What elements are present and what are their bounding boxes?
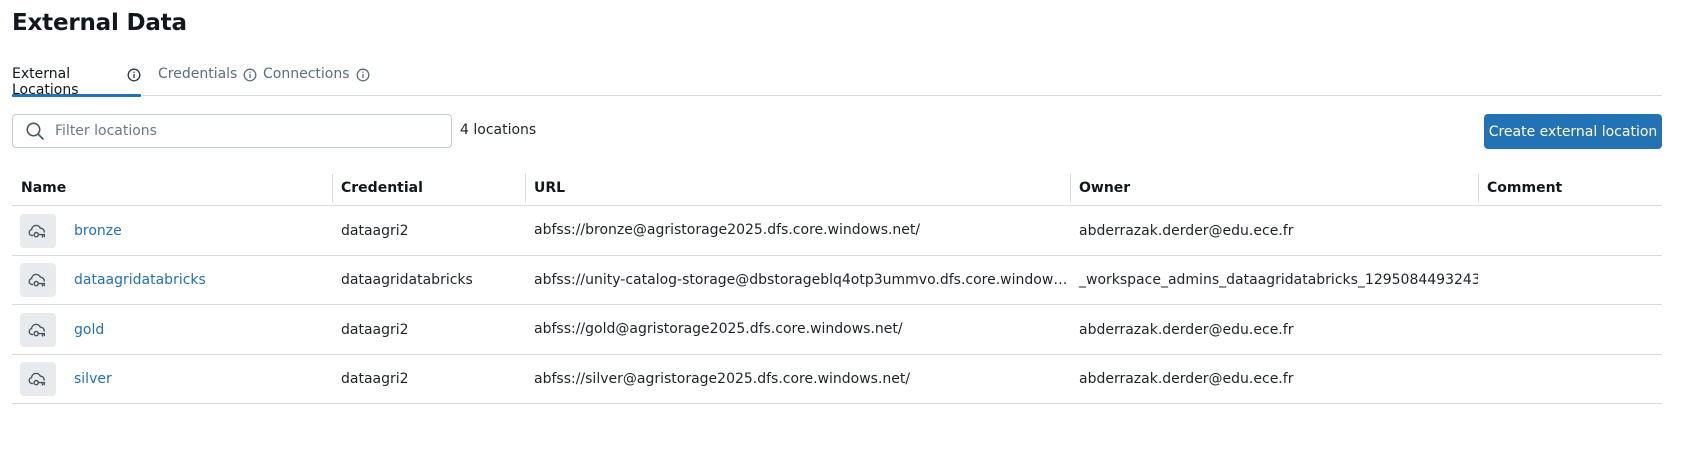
url-cell: abfss://bronze@agristorage2025.dfs.core.… — [534, 222, 921, 238]
comment-cell — [1478, 305, 1662, 354]
comment-cell — [1478, 256, 1662, 305]
column-label: Name — [21, 180, 67, 196]
column-label: Credential — [341, 180, 423, 196]
column-label: URL — [534, 180, 566, 196]
credential-cell: dataagri2 — [341, 321, 409, 338]
search-box[interactable] — [12, 114, 452, 148]
name-cell: dataagridatabricks — [12, 256, 332, 305]
table-row[interactable]: bronze dataagri2 abfss://bronze@agristor… — [12, 206, 1662, 256]
cloud-key-icon — [20, 263, 56, 297]
column-header-owner[interactable]: Owner — [1070, 170, 1478, 206]
url-cell: abfss://gold@agristorage2025.dfs.core.wi… — [534, 321, 903, 337]
owner-cell: abderrazak.derder@edu.ece.fr — [1079, 321, 1294, 338]
column-label: Owner — [1079, 180, 1131, 196]
info-icon[interactable] — [356, 68, 370, 82]
owner-cell: abderrazak.derder@edu.ece.fr — [1079, 371, 1294, 387]
url-cell: abfss://silver@agristorage2025.dfs.core.… — [534, 370, 911, 387]
info-icon[interactable] — [127, 68, 141, 82]
column-header-url[interactable]: URL — [525, 170, 1070, 206]
column-header-comment[interactable]: Comment — [1478, 170, 1662, 206]
create-external-location-button[interactable]: Create external location — [1484, 114, 1662, 149]
tab-connections[interactable]: Connections — [263, 66, 370, 95]
location-name-link[interactable]: gold — [74, 322, 104, 338]
tab-external-locations[interactable]: External Locations — [12, 66, 141, 98]
table-row[interactable]: gold dataagri2 abfss://gold@agristorage2… — [12, 305, 1662, 355]
cloud-key-icon — [20, 312, 56, 347]
tab-label: Credentials — [158, 66, 238, 82]
location-name-link[interactable]: bronze — [74, 223, 122, 239]
location-name-link[interactable]: dataagridatabricks — [74, 272, 206, 288]
column-divider[interactable] — [525, 174, 526, 202]
comment-cell — [1478, 206, 1662, 255]
name-cell: gold — [12, 305, 332, 354]
table-row[interactable]: silver dataagri2 abfss://silver@agristor… — [12, 355, 1662, 404]
credential-cell: dataagridatabricks — [341, 272, 473, 288]
name-cell: silver — [12, 355, 332, 404]
credential-cell: dataagri2 — [341, 371, 409, 387]
search-input[interactable] — [53, 122, 451, 140]
column-header-name[interactable]: Name — [12, 170, 332, 206]
column-divider[interactable] — [1070, 174, 1071, 202]
column-label: Comment — [1487, 180, 1563, 196]
owner-cell: abderrazak.derder@edu.ece.fr — [1079, 222, 1294, 239]
table-header: Name Credential URL Owner Comment — [12, 170, 1662, 206]
column-header-credential[interactable]: Credential — [332, 170, 525, 206]
url-cell: abfss://unity-catalog-storage@dbstorageb… — [534, 271, 1070, 288]
tab-label: Connections — [263, 66, 350, 82]
table-row[interactable]: dataagridatabricks dataagridatabricks ab… — [12, 256, 1662, 305]
column-divider[interactable] — [332, 174, 333, 202]
location-name-link[interactable]: silver — [74, 371, 112, 387]
cloud-key-icon — [20, 362, 56, 396]
search-icon — [25, 121, 45, 141]
credential-cell: dataagri2 — [341, 222, 409, 239]
external-data-page: External Data External Locations Credent… — [0, 0, 1684, 475]
cloud-key-icon — [20, 213, 56, 248]
location-count: 4 locations — [460, 122, 537, 138]
tab-credentials[interactable]: Credentials — [158, 66, 257, 95]
comment-cell — [1478, 355, 1662, 404]
name-cell: bronze — [12, 206, 332, 255]
tab-bar: External Locations Credentials Connectio… — [12, 66, 1662, 98]
owner-cell: _workspace_admins_dataagridatabricks_129… — [1079, 272, 1478, 288]
page-title: External Data — [12, 10, 187, 36]
locations-table: Name Credential URL Owner Comment bronze… — [12, 170, 1662, 404]
column-divider[interactable] — [1478, 174, 1479, 202]
info-icon[interactable] — [243, 68, 257, 82]
tab-label: External Locations — [12, 66, 79, 98]
